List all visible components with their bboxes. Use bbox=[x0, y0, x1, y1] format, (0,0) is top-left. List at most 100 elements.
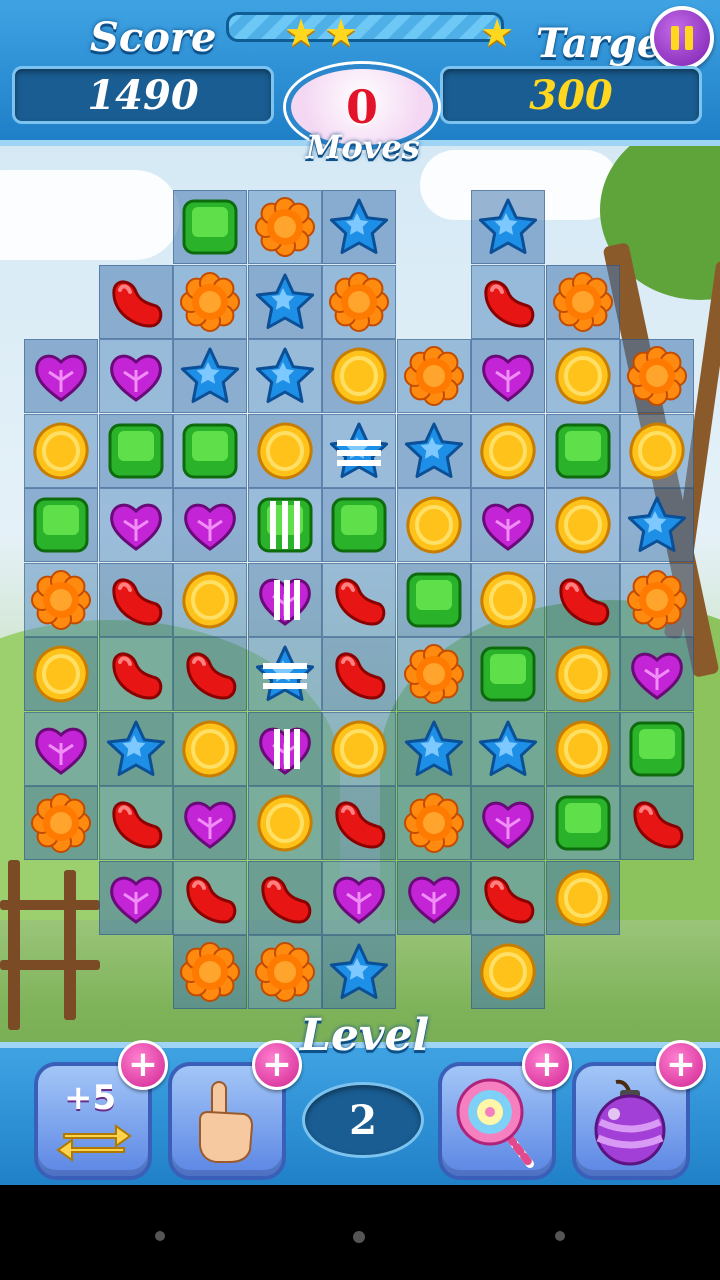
striped-purple-heart-candy[interactable] bbox=[255, 570, 315, 630]
red-jellybean-candy[interactable] bbox=[478, 272, 538, 332]
home-button[interactable] bbox=[353, 1231, 365, 1243]
yellow-oval-candy[interactable] bbox=[180, 719, 240, 779]
game-board[interactable] bbox=[0, 0, 720, 1185]
yellow-oval-icon bbox=[554, 347, 611, 405]
green-square-candy[interactable] bbox=[329, 495, 389, 555]
purple-heart-candy[interactable] bbox=[478, 346, 538, 406]
yellow-oval-icon bbox=[554, 645, 611, 703]
purple-heart-candy[interactable] bbox=[106, 495, 166, 555]
orange-flower-candy[interactable] bbox=[403, 346, 464, 406]
purple-heart-candy[interactable] bbox=[478, 495, 538, 555]
red-jellybean-candy[interactable] bbox=[553, 570, 613, 630]
add-hand-button[interactable]: + bbox=[252, 1040, 302, 1090]
red-jellybean-candy[interactable] bbox=[106, 272, 166, 332]
red-jellybean-icon bbox=[335, 801, 386, 849]
orange-flower-candy[interactable] bbox=[180, 271, 240, 332]
yellow-oval-candy[interactable] bbox=[255, 793, 315, 853]
green-square-candy[interactable] bbox=[478, 644, 538, 704]
yellow-oval-candy[interactable] bbox=[404, 495, 464, 555]
orange-flower-candy[interactable] bbox=[627, 569, 687, 630]
red-jellybean-candy[interactable] bbox=[329, 570, 389, 630]
green-square-candy[interactable] bbox=[106, 421, 166, 481]
yellow-oval-candy[interactable] bbox=[478, 421, 538, 481]
yellow-oval-candy[interactable] bbox=[478, 942, 538, 1002]
add-bomb-button[interactable]: + bbox=[656, 1040, 706, 1090]
purple-heart-candy[interactable] bbox=[404, 868, 464, 928]
orange-flower-candy[interactable] bbox=[254, 942, 315, 1002]
yellow-oval-candy[interactable] bbox=[329, 346, 389, 406]
yellow-oval-candy[interactable] bbox=[553, 719, 613, 779]
red-jellybean-candy[interactable] bbox=[180, 644, 240, 704]
blue-star-candy[interactable] bbox=[478, 197, 538, 257]
blue-star-candy[interactable] bbox=[329, 197, 389, 257]
orange-flower-candy[interactable] bbox=[180, 942, 240, 1002]
recents-button[interactable] bbox=[555, 1231, 565, 1241]
yellow-oval-candy[interactable] bbox=[255, 421, 315, 481]
red-jellybean-candy[interactable] bbox=[106, 570, 166, 630]
orange-flower-icon bbox=[403, 346, 464, 406]
red-jellybean-candy[interactable] bbox=[627, 793, 687, 853]
yellow-oval-candy[interactable] bbox=[553, 644, 613, 704]
striped-blue-star-candy[interactable] bbox=[329, 421, 389, 481]
blue-star-candy[interactable] bbox=[478, 719, 538, 779]
orange-flower-candy[interactable] bbox=[31, 569, 91, 630]
green-square-candy[interactable] bbox=[180, 197, 240, 257]
green-square-candy[interactable] bbox=[553, 421, 613, 481]
orange-flower-candy[interactable] bbox=[329, 271, 389, 332]
yellow-oval-candy[interactable] bbox=[31, 421, 91, 481]
green-square-candy[interactable] bbox=[31, 495, 91, 555]
yellow-oval-candy[interactable] bbox=[553, 495, 613, 555]
red-jellybean-candy[interactable] bbox=[329, 793, 389, 853]
yellow-oval-candy[interactable] bbox=[329, 719, 389, 779]
green-square-candy[interactable] bbox=[627, 719, 687, 779]
red-jellybean-candy[interactable] bbox=[329, 644, 389, 704]
blue-star-candy[interactable] bbox=[627, 495, 687, 555]
purple-heart-candy[interactable] bbox=[106, 868, 166, 928]
green-square-candy[interactable] bbox=[404, 570, 464, 630]
orange-flower-candy[interactable] bbox=[627, 346, 687, 406]
purple-heart-candy[interactable] bbox=[180, 495, 240, 555]
blue-star-candy[interactable] bbox=[404, 719, 464, 779]
orange-flower-candy[interactable] bbox=[403, 644, 464, 704]
orange-flower-candy[interactable] bbox=[254, 197, 315, 257]
purple-heart-candy[interactable] bbox=[627, 644, 687, 704]
purple-heart-candy[interactable] bbox=[31, 719, 91, 779]
add-extra-moves-button[interactable]: + bbox=[118, 1040, 168, 1090]
striped-blue-star-candy[interactable] bbox=[255, 644, 315, 704]
red-jellybean-candy[interactable] bbox=[255, 868, 315, 928]
orange-flower-candy[interactable] bbox=[403, 793, 464, 853]
orange-flower-candy[interactable] bbox=[31, 793, 91, 853]
blue-star-candy[interactable] bbox=[255, 346, 315, 406]
yellow-oval-candy[interactable] bbox=[478, 570, 538, 630]
green-square-candy[interactable] bbox=[180, 421, 240, 481]
yellow-oval-candy[interactable] bbox=[553, 868, 613, 928]
purple-heart-candy[interactable] bbox=[478, 793, 538, 853]
yellow-oval-candy[interactable] bbox=[553, 346, 613, 406]
blue-star-candy[interactable] bbox=[329, 942, 389, 1002]
orange-flower-icon bbox=[403, 793, 464, 853]
blue-star-candy[interactable] bbox=[106, 719, 166, 779]
purple-heart-candy[interactable] bbox=[106, 346, 166, 406]
blue-star-candy[interactable] bbox=[180, 346, 240, 406]
striped-green-square-candy[interactable] bbox=[255, 495, 315, 555]
star-icon: ★ bbox=[480, 11, 515, 55]
yellow-oval-candy[interactable] bbox=[180, 570, 240, 630]
yellow-oval-candy[interactable] bbox=[31, 644, 91, 704]
purple-heart-icon bbox=[35, 727, 87, 775]
green-square-candy[interactable] bbox=[553, 793, 613, 853]
purple-heart-candy[interactable] bbox=[180, 793, 240, 853]
pause-button[interactable] bbox=[650, 6, 714, 70]
red-jellybean-candy[interactable] bbox=[106, 793, 166, 853]
red-jellybean-candy[interactable] bbox=[180, 868, 240, 928]
back-button[interactable] bbox=[155, 1231, 165, 1241]
add-lollipop-button[interactable]: + bbox=[522, 1040, 572, 1090]
red-jellybean-candy[interactable] bbox=[106, 644, 166, 704]
blue-star-candy[interactable] bbox=[255, 272, 315, 332]
purple-heart-candy[interactable] bbox=[329, 868, 389, 928]
orange-flower-candy[interactable] bbox=[552, 271, 613, 332]
purple-heart-candy[interactable] bbox=[31, 346, 91, 406]
red-jellybean-candy[interactable] bbox=[478, 868, 538, 928]
blue-star-candy[interactable] bbox=[404, 421, 464, 481]
yellow-oval-candy[interactable] bbox=[627, 421, 687, 481]
striped-purple-heart-candy[interactable] bbox=[255, 719, 315, 779]
